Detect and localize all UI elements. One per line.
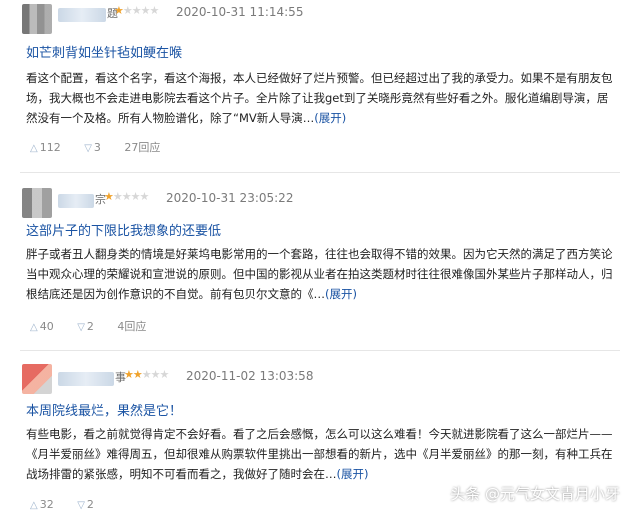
star-icon: ★ <box>150 368 161 381</box>
username-blurred[interactable] <box>58 194 94 208</box>
star-icon: ★ <box>140 4 151 17</box>
downvote-count: 2 <box>86 320 94 333</box>
upvote-button[interactable]: △ 40 <box>30 320 54 333</box>
star-icon: ★ <box>149 4 160 17</box>
triangle-up-icon: △ <box>30 500 38 511</box>
expand-link[interactable]: (展开) <box>325 287 357 301</box>
review-body: 看这个配置，看这个名字，看这个海报，本人已经做好了烂片预警。但已经超过出了我的承… <box>26 68 616 128</box>
star-icon: ★ <box>124 368 134 381</box>
divider <box>20 172 620 173</box>
star-icon: ★ <box>132 368 143 381</box>
replies-link[interactable]: 27回应 <box>124 139 160 155</box>
downvote-count: 2 <box>86 498 94 511</box>
upvote-count: 112 <box>39 141 61 154</box>
downvote-count: 3 <box>93 141 101 154</box>
star-icon: ★ <box>104 190 114 203</box>
review-title[interactable]: 本周院线最烂，果然是它！ <box>26 400 182 419</box>
triangle-down-icon: ▽ <box>77 500 85 511</box>
username-blurred[interactable] <box>58 8 106 22</box>
expand-link[interactable]: (展开) <box>337 467 369 481</box>
review-actions: △ 112 ▽ 3 27回应 <box>30 139 180 155</box>
upvote-button[interactable]: △ 32 <box>30 498 54 511</box>
downvote-button[interactable]: ▽ 2 <box>77 498 94 511</box>
triangle-down-icon: ▽ <box>84 143 92 154</box>
star-icon: ★ <box>139 190 150 203</box>
rating-stars: ★★★★★ <box>104 190 150 203</box>
review-text: 有些电影，看之前就觉得肯定不会好看。看了之后会感慨，怎么可以这么难看！今天就进影… <box>26 427 613 481</box>
avatar[interactable] <box>22 4 52 34</box>
review-time[interactable]: 2020-11-02 13:03:58 <box>186 369 313 383</box>
star-icon: ★ <box>121 190 132 203</box>
review-text: 胖子或者丑人翻身类的情境是好莱坞电影常用的一个套路，往往也会取得不错的效果。因为… <box>26 247 613 301</box>
review-actions: △ 40 ▽ 2 4回应 <box>30 318 166 334</box>
avatar[interactable] <box>22 188 52 218</box>
star-icon: ★ <box>114 4 124 17</box>
review-body: 胖子或者丑人翻身类的情境是好莱坞电影常用的一个套路，往往也会取得不错的效果。因为… <box>26 244 616 304</box>
watermark: 头条 @元气女文青月小牙 <box>450 485 620 503</box>
triangle-down-icon: ▽ <box>77 322 85 333</box>
review-time[interactable]: 2020-10-31 23:05:22 <box>166 191 293 205</box>
upvote-count: 32 <box>39 498 54 511</box>
downvote-button[interactable]: ▽ 2 <box>77 320 94 333</box>
star-icon: ★ <box>122 4 133 17</box>
rating-stars: ★★★★★ <box>124 368 170 381</box>
rating-stars: ★★★★★ <box>114 4 160 17</box>
star-icon: ★ <box>141 368 152 381</box>
avatar[interactable] <box>22 364 52 394</box>
star-icon: ★ <box>159 368 170 381</box>
review-body: 有些电影，看之前就觉得肯定不会好看。看了之后会感慨，怎么可以这么难看！今天就进影… <box>26 424 616 484</box>
upvote-count: 40 <box>39 320 54 333</box>
downvote-button[interactable]: ▽ 3 <box>84 141 101 154</box>
star-icon: ★ <box>130 190 141 203</box>
username-blurred[interactable] <box>58 372 114 386</box>
triangle-up-icon: △ <box>30 322 38 333</box>
review-title[interactable]: 这部片子的下限比我想象的还要低 <box>26 220 221 239</box>
star-icon: ★ <box>131 4 142 17</box>
review-title[interactable]: 如芒刺背如坐针毡如鲠在喉 <box>26 42 182 61</box>
star-icon: ★ <box>112 190 123 203</box>
upvote-button[interactable]: △ 112 <box>30 141 61 154</box>
replies-link[interactable]: 4回应 <box>117 318 146 334</box>
divider <box>20 350 620 351</box>
review-time[interactable]: 2020-10-31 11:14:55 <box>176 5 303 19</box>
expand-link[interactable]: (展开) <box>314 111 346 125</box>
review-actions: △ 32 ▽ 2 <box>30 498 114 511</box>
triangle-up-icon: △ <box>30 143 38 154</box>
